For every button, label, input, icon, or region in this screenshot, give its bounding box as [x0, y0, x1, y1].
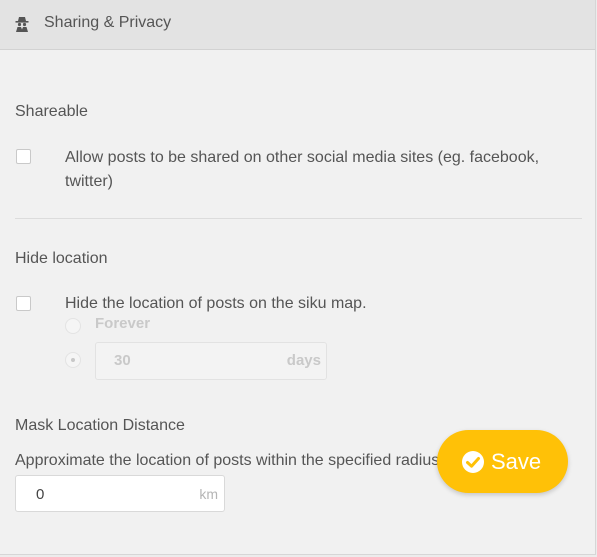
radio-dot	[71, 358, 75, 362]
distance-unit: km	[199, 486, 218, 502]
distance-field[interactable]: km	[15, 475, 225, 512]
mask-distance-description: Approximate the location of posts within…	[15, 452, 440, 469]
shareable-label-line1: Allow posts to be shared on other social…	[65, 149, 540, 166]
days-unit: days	[286, 352, 321, 369]
shareable-checkbox[interactable]	[16, 149, 31, 164]
forever-radio[interactable]	[65, 318, 81, 334]
hide-location-title: Hide location	[15, 250, 108, 267]
sharing-privacy-panel: Sharing & Privacy Shareable Allow posts …	[0, 0, 596, 555]
check-circle-icon	[462, 451, 484, 473]
days-radio[interactable]	[65, 352, 81, 368]
shareable-label: Allow posts to be shared on other social…	[65, 146, 539, 194]
shareable-label-line2: twitter)	[65, 173, 113, 190]
hide-location-label: Hide the location of posts on the siku m…	[65, 295, 367, 312]
shareable-title: Shareable	[15, 103, 88, 120]
section-divider	[15, 218, 582, 219]
save-button[interactable]: Save	[437, 430, 568, 493]
forever-label: Forever	[95, 315, 151, 332]
save-label: Save	[491, 449, 542, 474]
hide-location-checkbox[interactable]	[16, 296, 31, 311]
mask-distance-title: Mask Location Distance	[15, 417, 185, 434]
spy-icon	[15, 17, 29, 32]
panel-header: Sharing & Privacy	[0, 0, 595, 50]
panel-title: Sharing & Privacy	[44, 14, 172, 31]
days-input[interactable]: 30 days	[95, 342, 327, 380]
distance-input[interactable]	[24, 484, 186, 504]
days-value: 30	[114, 352, 131, 369]
